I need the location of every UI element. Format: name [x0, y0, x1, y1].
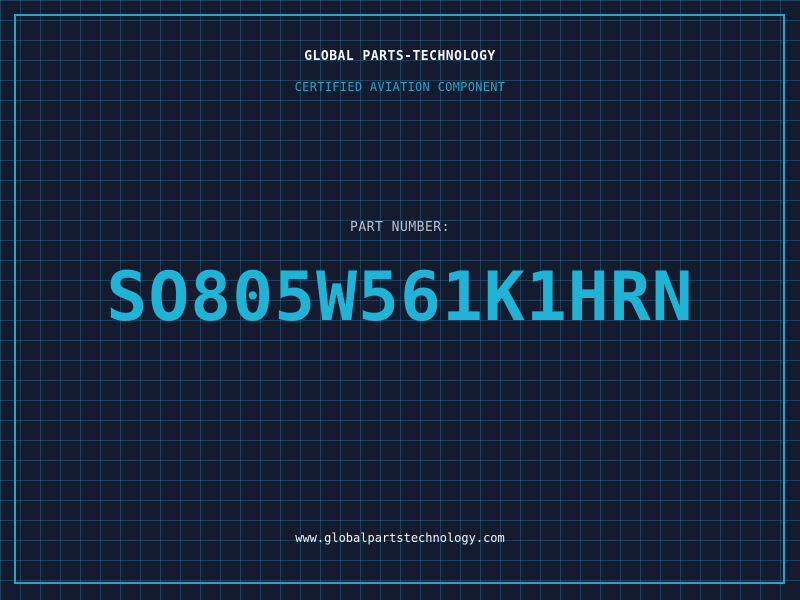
- company-name: GLOBAL PARTS-TECHNOLOGY: [304, 49, 496, 64]
- part-number-label: PART NUMBER:: [350, 220, 450, 235]
- part-number-value: SO805W561K1HRN: [106, 258, 694, 337]
- subtitle: CERTIFIED AVIATION COMPONENT: [294, 80, 506, 94]
- website-link[interactable]: www.globalpartstechnology.com: [0, 531, 800, 545]
